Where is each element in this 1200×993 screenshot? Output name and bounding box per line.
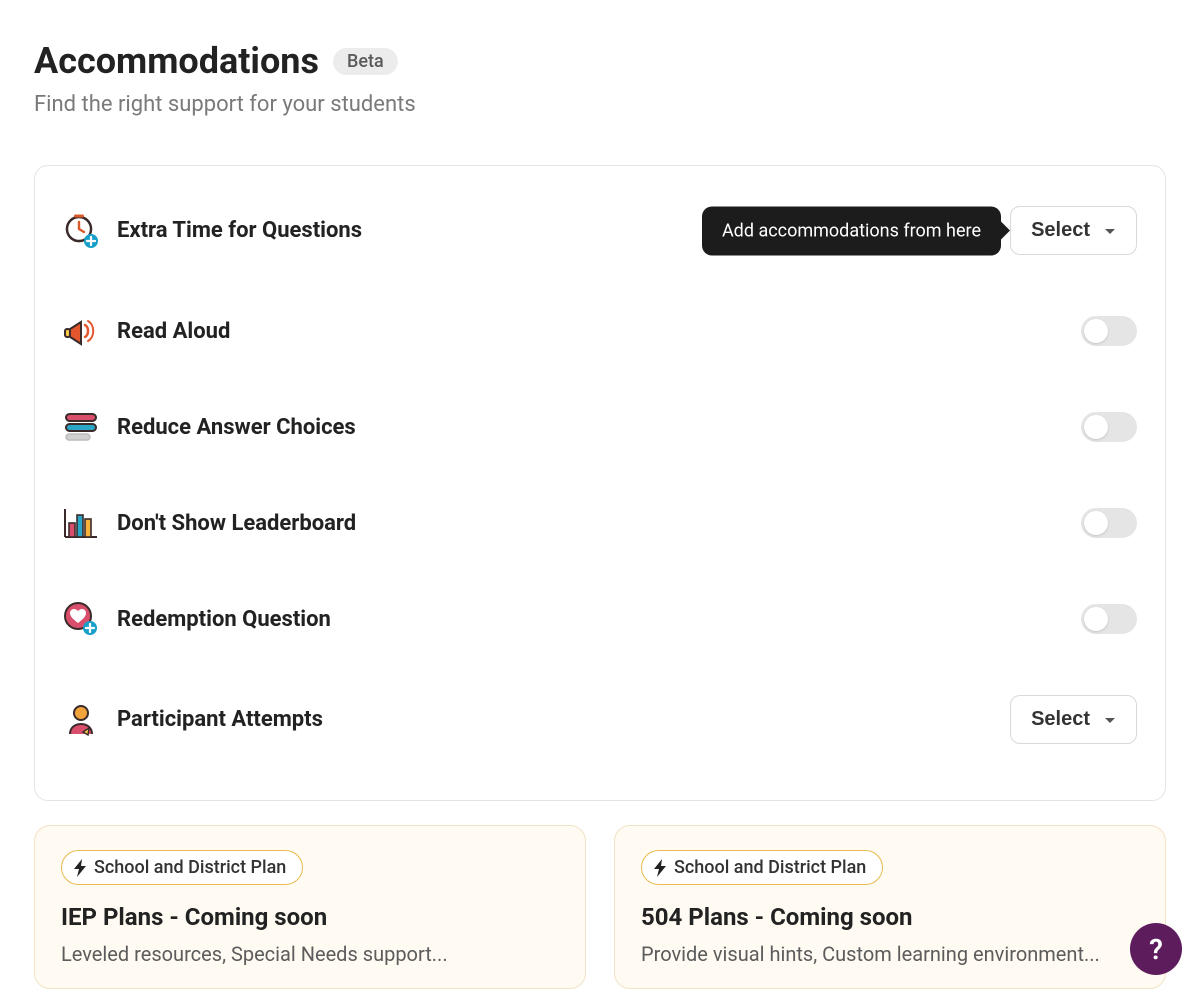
clock-plus-icon	[63, 211, 111, 251]
select-button-label: Select	[1031, 219, 1090, 242]
toggle-switch[interactable]	[1081, 508, 1137, 538]
accommodation-label: Don't Show Leaderboard	[117, 511, 1081, 536]
accommodation-row: Extra Time for Questions Add accommodati…	[59, 178, 1141, 283]
select-button[interactable]: Select	[1010, 206, 1137, 255]
select-button-label: Select	[1031, 708, 1090, 731]
accommodation-row: Participant Attempts Select	[59, 667, 1141, 772]
page-subtitle: Find the right support for your students	[34, 92, 1166, 117]
plan-title: 504 Plans - Coming soon	[641, 903, 1139, 931]
toggle-switch[interactable]	[1081, 412, 1137, 442]
toggle-switch[interactable]	[1081, 604, 1137, 634]
accommodation-row: Redemption Question	[59, 571, 1141, 667]
accommodation-label: Redemption Question	[117, 607, 1081, 632]
tooltip-add-accommodations: Add accommodations from here	[702, 206, 1001, 255]
person-retry-icon	[63, 700, 111, 740]
plan-chip: School and District Plan	[61, 850, 303, 885]
accommodation-label: Reduce Answer Choices	[117, 415, 1081, 440]
select-button[interactable]: Select	[1010, 695, 1137, 744]
plan-chip: School and District Plan	[641, 850, 883, 885]
help-button[interactable]: ?	[1130, 923, 1182, 975]
toggle-switch[interactable]	[1081, 316, 1137, 346]
accommodation-label: Participant Attempts	[117, 707, 1010, 732]
accommodation-row: Read Aloud	[59, 283, 1141, 379]
plan-chip-label: School and District Plan	[674, 857, 866, 878]
accommodations-panel: Extra Time for Questions Add accommodati…	[34, 165, 1166, 801]
page-title: Accommodations	[34, 40, 319, 82]
plan-card-iep[interactable]: School and District Plan IEP Plans - Com…	[34, 825, 586, 989]
bolt-icon	[74, 859, 88, 877]
plan-chip-label: School and District Plan	[94, 857, 286, 878]
options-stack-icon	[63, 407, 111, 447]
plan-title: IEP Plans - Coming soon	[61, 903, 559, 931]
heart-plus-icon	[63, 599, 111, 639]
plan-card-504[interactable]: School and District Plan 504 Plans - Com…	[614, 825, 1166, 989]
caret-down-icon	[1104, 708, 1116, 731]
beta-badge: Beta	[333, 48, 398, 75]
plan-description: Leveled resources, Special Needs support…	[61, 941, 559, 968]
accommodation-row: Don't Show Leaderboard	[59, 475, 1141, 571]
caret-down-icon	[1104, 219, 1116, 242]
bolt-icon	[654, 859, 668, 877]
bar-chart-icon	[63, 503, 111, 543]
accommodation-row: Reduce Answer Choices	[59, 379, 1141, 475]
megaphone-icon	[63, 311, 111, 351]
plan-description: Provide visual hints, Custom learning en…	[641, 941, 1139, 968]
accommodation-label: Read Aloud	[117, 319, 1081, 344]
